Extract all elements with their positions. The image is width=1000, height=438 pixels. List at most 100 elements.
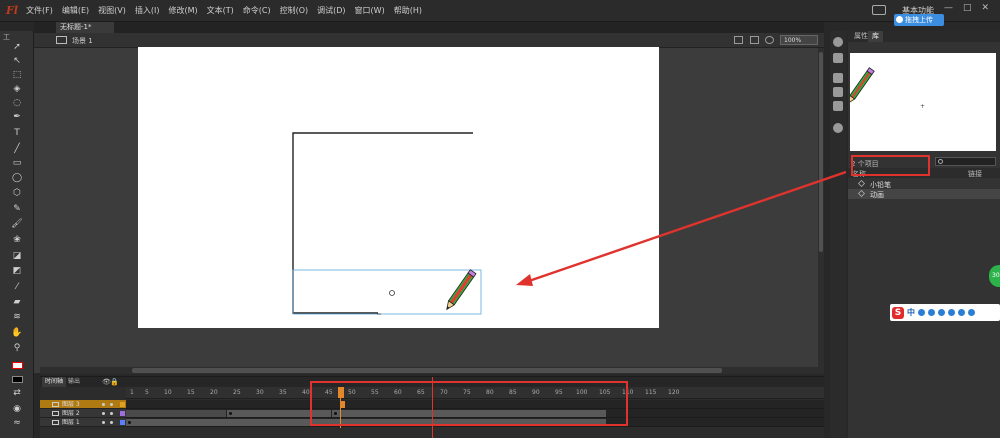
layer-name-cell[interactable]: 图层 2 xyxy=(40,409,126,418)
polystar-tool-icon[interactable]: ⬡ xyxy=(9,187,25,199)
3d-rotation-tool-icon[interactable]: ◈ xyxy=(9,83,25,95)
ime-emoji-icon[interactable] xyxy=(928,309,935,316)
oval-tool-icon[interactable]: ◯ xyxy=(9,172,25,184)
ime-logo[interactable]: S xyxy=(892,306,904,319)
transform-panel-icon[interactable] xyxy=(833,101,843,111)
selection-tool-icon[interactable]: ➚ xyxy=(9,41,25,53)
lock-all-icon[interactable]: 🔒 xyxy=(110,378,119,386)
preview-pencil xyxy=(847,67,875,104)
menu-edit[interactable]: 编辑(E) xyxy=(62,5,89,16)
menu-commands[interactable]: 命令(C) xyxy=(243,5,271,16)
layer-name[interactable]: 图层 3 xyxy=(62,400,80,409)
tab-timeline[interactable]: 时间轴 xyxy=(42,377,67,387)
layer-outline-color[interactable] xyxy=(120,420,125,425)
menu-insert[interactable]: 插入(I) xyxy=(135,5,160,16)
hand-tool-icon[interactable]: ✋ xyxy=(9,327,25,339)
deco-tool-icon[interactable]: ❀ xyxy=(9,234,25,246)
snap-to-objects-icon[interactable]: ◉ xyxy=(9,403,25,415)
ime-language[interactable]: 中 xyxy=(907,307,915,318)
stage-horizontal-scrollbar[interactable] xyxy=(40,367,824,374)
pencil-tool-icon[interactable]: ✎ xyxy=(9,203,25,215)
ime-punctuation-icon[interactable] xyxy=(918,309,925,316)
upload-badge[interactable]: 拖拽上传 xyxy=(894,14,944,26)
menu-view[interactable]: 视图(V) xyxy=(98,5,126,16)
library-panel: 属性 库 + 2 个项目 名称 链接 小铅笔 动画 xyxy=(847,31,1000,438)
tab-output[interactable]: 输出 xyxy=(65,377,83,387)
layer-visibility-dot[interactable] xyxy=(102,403,105,406)
column-linkage[interactable]: 链接 xyxy=(968,169,982,179)
eyedropper-tool-icon[interactable]: ⁄ xyxy=(9,281,25,293)
layer-visibility-dot[interactable] xyxy=(102,412,105,415)
menu-debug[interactable]: 调试(D) xyxy=(317,5,345,16)
ink-bottle-tool-icon[interactable]: ◩ xyxy=(9,265,25,277)
layer-visibility-dot[interactable] xyxy=(102,421,105,424)
scene-label[interactable]: 场景 1 xyxy=(72,36,93,46)
components-panel-icon[interactable] xyxy=(833,123,843,133)
menu-text[interactable]: 文本(T) xyxy=(207,5,234,16)
layer-name[interactable]: 图层 2 xyxy=(62,409,80,418)
drawn-line xyxy=(292,132,473,314)
smooth-icon[interactable]: ≈ xyxy=(9,417,25,429)
keyframe[interactable] xyxy=(128,421,131,424)
width-tool-icon[interactable]: ≋ xyxy=(9,311,25,323)
menu-file[interactable]: 文件(F) xyxy=(26,5,53,16)
layer-lock-dot[interactable] xyxy=(110,403,113,406)
text-tool-icon[interactable]: T xyxy=(9,127,25,139)
close-button[interactable]: ✕ xyxy=(982,3,990,13)
panel-icon-strip xyxy=(830,31,846,438)
library-search-input[interactable] xyxy=(935,157,996,166)
eraser-tool-icon[interactable]: ▰ xyxy=(9,296,25,308)
ime-tools-icon[interactable] xyxy=(968,309,975,316)
library-item[interactable]: 小铅笔 xyxy=(848,179,1000,189)
tab-library[interactable]: 库 xyxy=(868,31,883,42)
ime-skin-icon[interactable] xyxy=(958,309,965,316)
ime-keyboard-icon[interactable] xyxy=(948,309,955,316)
center-stage-icon[interactable] xyxy=(765,36,774,44)
swatches-panel-icon[interactable] xyxy=(833,53,843,63)
pen-tool-icon[interactable]: ✒ xyxy=(9,111,25,123)
zoom-select[interactable]: 100% xyxy=(780,35,818,45)
frame-span[interactable] xyxy=(126,410,226,417)
layer-lock-dot[interactable] xyxy=(110,412,113,415)
stage[interactable] xyxy=(138,47,659,328)
layer-lock-dot[interactable] xyxy=(110,421,113,424)
library-item[interactable]: 动画 xyxy=(848,189,1000,199)
rectangle-tool-icon[interactable]: ▭ xyxy=(9,157,25,169)
pencil-symbol-bounds xyxy=(292,269,482,315)
align-panel-icon[interactable] xyxy=(833,73,843,83)
fill-color-icon[interactable] xyxy=(9,373,25,385)
maximize-button[interactable]: □ xyxy=(963,3,972,13)
edit-symbols-icon[interactable] xyxy=(750,36,759,44)
layer-outline-color[interactable] xyxy=(120,411,125,416)
keyframe[interactable] xyxy=(229,412,232,415)
menu-window[interactable]: 窗口(W) xyxy=(355,5,385,16)
info-panel-icon[interactable] xyxy=(833,87,843,97)
free-transform-tool-icon[interactable]: ⬚ xyxy=(9,69,25,81)
sync-settings-icon[interactable] xyxy=(872,5,886,15)
color-panel-icon[interactable] xyxy=(833,37,843,47)
minimize-button[interactable]: — xyxy=(944,3,953,13)
menu-control[interactable]: 控制(O) xyxy=(280,5,309,16)
layer-name-cell[interactable]: 图层 1 xyxy=(40,418,126,427)
layer-name[interactable]: 图层 1 xyxy=(62,418,80,427)
paint-bucket-tool-icon[interactable]: ◪ xyxy=(9,250,25,262)
stage-vertical-scrollbar[interactable] xyxy=(818,48,824,367)
swap-colors-icon[interactable]: ⇄ xyxy=(9,387,25,399)
ime-voice-icon[interactable] xyxy=(938,309,945,316)
horizontal-scroll-thumb[interactable] xyxy=(132,368,722,373)
layer-outline-color[interactable] xyxy=(120,402,125,407)
side-float-badge[interactable]: 30 xyxy=(989,265,1000,287)
menu-help[interactable]: 帮助(H) xyxy=(394,5,422,16)
brush-tool-icon[interactable]: 🖌 xyxy=(9,218,25,230)
timeline-highlight-divider xyxy=(432,377,433,438)
zoom-tool-icon[interactable]: ⚲ xyxy=(9,342,25,354)
line-tool-icon[interactable]: ╱ xyxy=(9,143,25,155)
subselection-tool-icon[interactable]: ↖ xyxy=(9,55,25,67)
lasso-tool-icon[interactable]: ◌ xyxy=(9,97,25,109)
stroke-color-icon[interactable] xyxy=(9,359,25,371)
layer-name-cell[interactable]: 图层 3 xyxy=(40,400,126,409)
menu-modify[interactable]: 修改(M) xyxy=(168,5,197,16)
vertical-scroll-thumb[interactable] xyxy=(819,52,823,252)
document-tab[interactable]: 无标题-1* xyxy=(56,22,114,33)
edit-scene-icon[interactable] xyxy=(734,36,743,44)
